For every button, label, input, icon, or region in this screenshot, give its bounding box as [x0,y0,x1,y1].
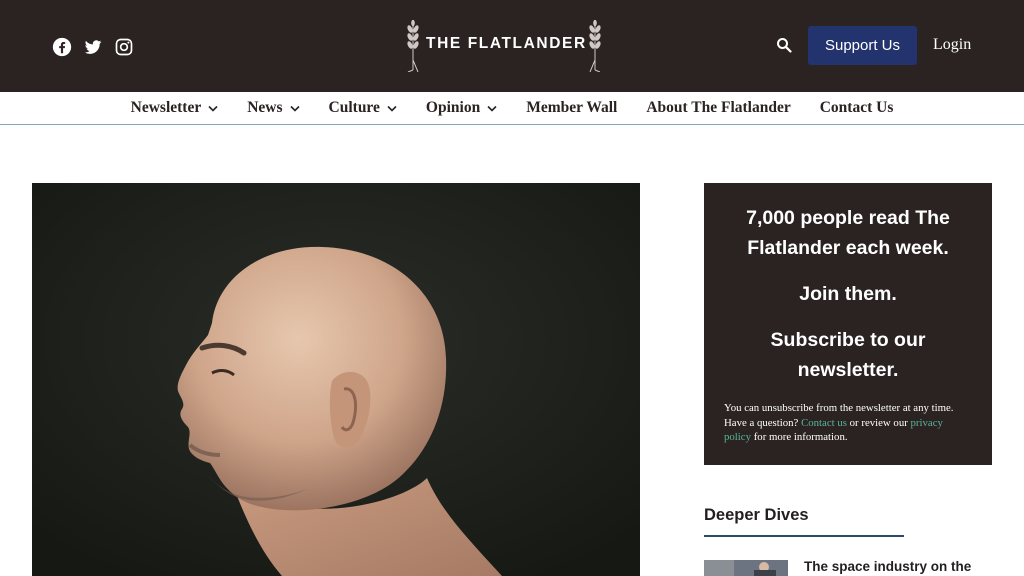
newsletter-promo: 7,000 people read The Flatlander each we… [704,183,992,465]
nav-item-label: Opinion [425,99,481,116]
contact-us-link[interactable]: Contact us [801,417,847,429]
nav-item-culture[interactable]: Culture [329,99,397,117]
search-icon[interactable] [776,37,792,53]
site-logo[interactable]: THE FLATLANDER [404,20,608,72]
nav-item-label: Contact Us [819,99,894,116]
nav-item-label: Culture [328,99,380,116]
promo-disclaimer-text: for more information. [751,431,848,443]
nav-item-member-wall[interactable]: Member Wall [526,99,617,117]
wheat-icon [407,20,419,72]
promo-join: Join them. [799,283,897,305]
thumbnail-image [704,560,788,576]
promo-disclaimer: You can unsubscribe from the newsletter … [724,401,972,445]
main-nav: Newsletter News Culture Opinion Member W… [0,92,1024,125]
article-link[interactable]: The space industry on the [804,559,971,574]
chevron-down-icon [387,105,397,112]
nav-item-opinion[interactable]: Opinion [426,99,497,117]
promo-headline: 7,000 people read The Flatlander each we… [746,207,950,259]
instagram-icon[interactable] [114,37,134,57]
heading-underline [704,535,904,537]
site-header: THE FLATLANDER Support Us Login [0,0,1024,92]
nav-item-label: News [247,99,283,116]
logo-text: THE FLATLANDER [426,35,587,52]
social-links [52,37,134,57]
twitter-icon[interactable] [83,37,103,57]
nav-item-label: About The Flatlander [646,99,791,116]
wheat-icon [589,20,601,72]
support-us-button[interactable]: Support Us [808,26,917,65]
featured-image[interactable] [32,183,640,576]
nav-item-contact[interactable]: Contact Us [820,99,894,117]
facebook-icon[interactable] [52,37,72,57]
nav-item-newsletter[interactable]: Newsletter [131,99,219,117]
deeper-dives-heading: Deeper Dives [704,506,809,524]
login-link[interactable]: Login [933,36,971,54]
promo-disclaimer-text: or review our [846,416,911,429]
promo-subscribe: Subscribe to our newsletter. [770,329,926,381]
article-thumbnail[interactable] [704,560,788,576]
nav-item-label: Newsletter [130,99,202,116]
chevron-down-icon [208,105,218,112]
nav-item-news[interactable]: News [247,99,300,117]
chevron-down-icon [289,105,300,112]
nav-item-about[interactable]: About The Flatlander [646,99,790,117]
chevron-down-icon [487,105,497,112]
nav-item-label: Member Wall [526,99,618,116]
portrait-illustration [32,183,640,576]
